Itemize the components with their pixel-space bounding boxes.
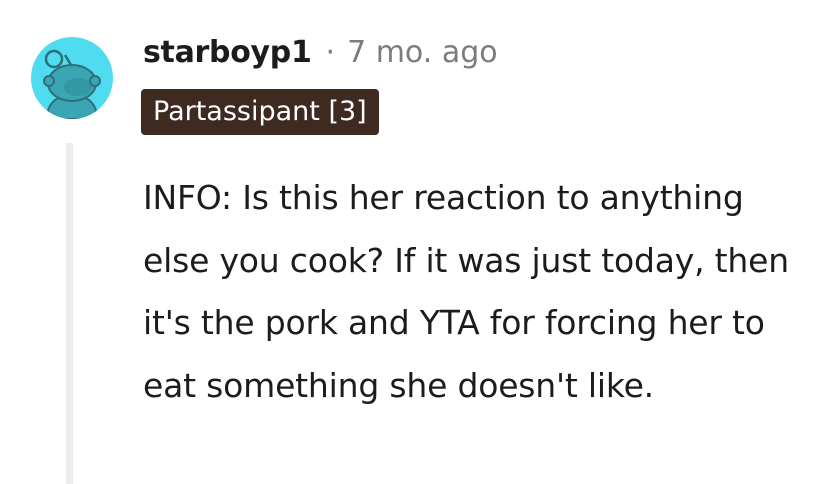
comment-header: starboyp1 · 7 mo. ago (143, 30, 498, 74)
user-flair-badge: Partassipant [3] (141, 89, 379, 135)
thread-collapse-line[interactable] (66, 143, 73, 484)
comment-timestamp[interactable]: 7 mo. ago (347, 35, 498, 70)
comment-text: INFO: Is this her reaction to anything e… (143, 178, 789, 405)
user-avatar[interactable] (31, 37, 113, 119)
comment-author[interactable]: starboyp1 (143, 35, 312, 70)
snoo-avatar-icon (43, 49, 101, 119)
meta-separator: · (325, 34, 336, 70)
